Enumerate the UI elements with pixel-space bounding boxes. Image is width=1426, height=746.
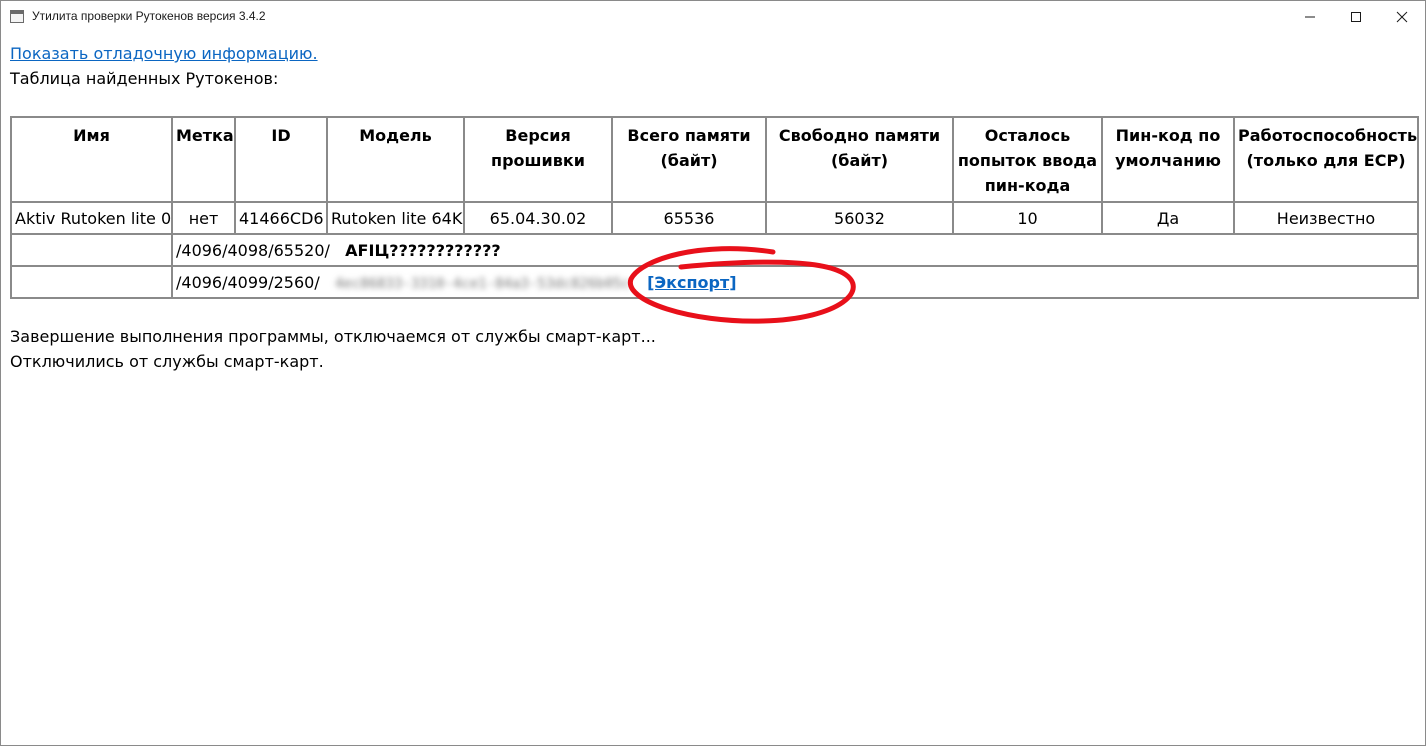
title-bar[interactable]: Утилита проверки Рутокенов версия 3.4.2 bbox=[1, 1, 1425, 32]
file-path: /4096/4099/2560/ bbox=[176, 272, 320, 292]
close-button[interactable] bbox=[1379, 1, 1425, 32]
cell-default-pin: Да bbox=[1101, 201, 1235, 235]
cell-health: Неизвестно bbox=[1233, 201, 1419, 235]
cell-total-memory: 65536 bbox=[611, 201, 767, 235]
tokens-table: Имя Метка ID Модель Версия прошивки Всег… bbox=[10, 116, 1419, 299]
minimize-icon bbox=[1305, 16, 1315, 17]
cell-label: нет bbox=[171, 201, 236, 235]
table-subrow: /4096/4098/65520/ AFIЦ???????????? bbox=[10, 233, 1419, 267]
blurred-container-id: 4ec86833-3310-4ce1-84a3-53dc826b05c bbox=[334, 275, 630, 292]
file-entry-cell: /4096/4098/65520/ AFIЦ???????????? bbox=[171, 233, 1419, 267]
column-header-pin-attempts: Осталось попыток ввода пин-кода bbox=[952, 116, 1103, 203]
maximize-button[interactable] bbox=[1333, 1, 1379, 32]
empty-cell bbox=[10, 265, 173, 299]
table-subrow: /4096/4099/2560/ 4ec86833-3310-4ce1-84a3… bbox=[10, 265, 1419, 299]
table-header-row: Имя Метка ID Модель Версия прошивки Всег… bbox=[10, 116, 1419, 203]
cell-pin-attempts: 10 bbox=[952, 201, 1103, 235]
log-line: Завершение выполнения программы, отключа… bbox=[10, 327, 656, 346]
export-link[interactable]: [Экспорт] bbox=[647, 273, 736, 292]
column-header-name: Имя bbox=[10, 116, 173, 203]
column-header-firmware: Версия прошивки bbox=[463, 116, 613, 203]
app-window: Утилита проверки Рутокенов версия 3.4.2 … bbox=[0, 0, 1426, 746]
file-path: /4096/4098/65520/ bbox=[176, 240, 330, 260]
cell-firmware: 65.04.30.02 bbox=[463, 201, 613, 235]
minimize-button[interactable] bbox=[1287, 1, 1333, 32]
cell-name: Aktiv Rutoken lite 0 bbox=[10, 201, 173, 235]
show-debug-info-link[interactable]: Показать отладочную информацию. bbox=[10, 44, 318, 63]
column-header-id: ID bbox=[234, 116, 328, 203]
column-header-label: Метка bbox=[171, 116, 236, 203]
column-header-free-memory: Свободно памяти (байт) bbox=[765, 116, 954, 203]
close-icon bbox=[1396, 11, 1408, 22]
column-header-health: Работоспособность (только для ЕСР) bbox=[1233, 116, 1419, 203]
cell-free-memory: 56032 bbox=[765, 201, 954, 235]
cell-model: Rutoken lite 64K bbox=[326, 201, 465, 235]
log-line: Отключились от службы смарт-карт. bbox=[10, 352, 324, 371]
file-value: AFIЦ???????????? bbox=[345, 240, 501, 260]
found-tokens-label: Таблица найденных Рутокенов: bbox=[10, 69, 279, 88]
app-icon bbox=[10, 10, 24, 23]
table-row: Aktiv Rutoken lite 0 нет 41466CD6 Rutoke… bbox=[10, 201, 1419, 235]
file-entry-cell: /4096/4099/2560/ 4ec86833-3310-4ce1-84a3… bbox=[171, 265, 1419, 299]
maximize-icon bbox=[1351, 11, 1361, 22]
cell-id: 41466CD6 bbox=[234, 201, 328, 235]
column-header-model: Модель bbox=[326, 116, 465, 203]
empty-cell bbox=[10, 233, 173, 267]
main-content: Показать отладочную информацию. Таблица … bbox=[1, 32, 1425, 745]
window-title: Утилита проверки Рутокенов версия 3.4.2 bbox=[32, 9, 266, 23]
column-header-total-memory: Всего памяти (байт) bbox=[611, 116, 767, 203]
column-header-default-pin: Пин-код по умолчанию bbox=[1101, 116, 1235, 203]
